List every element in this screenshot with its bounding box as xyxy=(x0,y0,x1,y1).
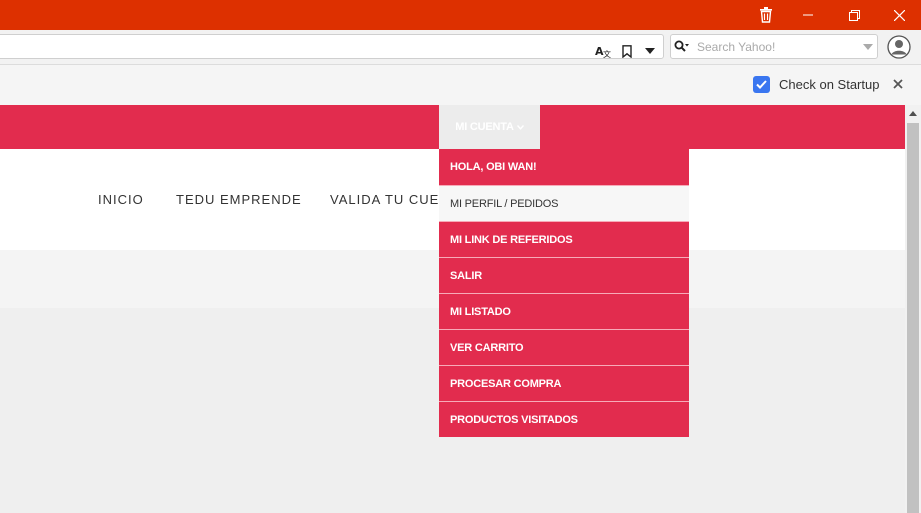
address-menu-arrow[interactable] xyxy=(639,39,661,63)
window-titlebar xyxy=(0,0,921,30)
browser-toolbar: A文 xyxy=(0,30,921,65)
dropdown-item-productos-visitados[interactable]: PRODUCTOS VISITADOS xyxy=(439,401,689,437)
dropdown-item-greeting[interactable]: HOLA, OBI WAN! xyxy=(439,149,689,185)
scrollbar-thumb[interactable] xyxy=(907,123,919,513)
chevron-down-icon xyxy=(516,123,524,132)
search-box[interactable] xyxy=(670,34,878,59)
check-on-startup-checkbox[interactable] xyxy=(753,76,770,93)
check-on-startup-label[interactable]: Check on Startup xyxy=(779,77,879,92)
dropdown-item-mi-listado[interactable]: MI LISTADO xyxy=(439,293,689,329)
search-input[interactable] xyxy=(697,38,857,55)
dropdown-item-perfil-pedidos[interactable]: MI PERFIL / PEDIDOS xyxy=(439,185,689,221)
infobar-close-icon[interactable] xyxy=(888,74,908,94)
translate-icon[interactable]: A文 xyxy=(592,39,614,63)
mi-cuenta-dropdown: HOLA, OBI WAN! MI PERFIL / PEDIDOS MI LI… xyxy=(439,149,689,437)
close-window-button[interactable] xyxy=(879,0,919,30)
page-viewport: MI CUENTA INICIO TEDU EMPRENDE VALIDA TU… xyxy=(0,105,905,513)
profile-avatar-icon[interactable] xyxy=(887,35,911,59)
trash-icon[interactable] xyxy=(746,0,786,30)
dropdown-item-salir[interactable]: SALIR xyxy=(439,257,689,293)
nav-tedu-emprende[interactable]: TEDU EMPRENDE xyxy=(176,192,302,207)
startup-infobar: Check on Startup xyxy=(0,65,921,105)
nav-valida-tu-cuenta[interactable]: VALIDA TU CUE xyxy=(330,192,439,207)
search-dropdown-icon[interactable] xyxy=(857,35,879,59)
svg-text:文: 文 xyxy=(603,49,611,58)
nav-inicio[interactable]: INICIO xyxy=(98,192,144,207)
search-icon xyxy=(671,35,693,59)
minimize-button[interactable] xyxy=(788,0,828,30)
bookmark-icon[interactable] xyxy=(616,39,638,63)
dropdown-item-ver-carrito[interactable]: VER CARRITO xyxy=(439,329,689,365)
restore-button[interactable] xyxy=(834,0,874,30)
dropdown-item-link-referidos[interactable]: MI LINK DE REFERIDOS xyxy=(439,221,689,257)
dropdown-item-procesar-compra[interactable]: PROCESAR COMPRA xyxy=(439,365,689,401)
mi-cuenta-label: MI CUENTA xyxy=(455,121,514,133)
mi-cuenta-menu[interactable]: MI CUENTA xyxy=(439,105,540,149)
scroll-up-arrow-icon[interactable] xyxy=(905,105,921,121)
address-bar[interactable]: A文 xyxy=(0,34,664,59)
page-scrollbar[interactable] xyxy=(905,105,921,513)
